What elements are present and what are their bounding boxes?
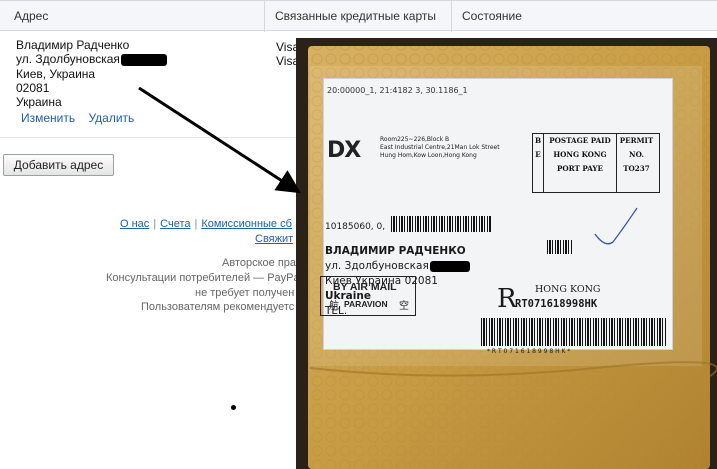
- postage-text: PORT PAYE: [556, 164, 604, 173]
- postage-left-column: B E: [533, 134, 543, 192]
- country-hong-kong: HONG KONG: [535, 284, 601, 295]
- signature-check-mark: [594, 207, 638, 245]
- legal-text-line: Авторское пра: [222, 257, 297, 269]
- permit-text: TO237: [623, 164, 650, 173]
- paravion-text: PARAVION: [344, 299, 388, 309]
- small-barcode: [391, 216, 491, 232]
- envelope-photo: 20:00000_1, 21:4182 3, 30.1186_1 DX Room…: [296, 38, 717, 469]
- tracking-barcode: [481, 318, 667, 346]
- footer-separator: |: [153, 218, 157, 230]
- dx-logo: DX: [327, 138, 361, 163]
- address-country: Украина: [16, 95, 62, 110]
- column-header-cards: Связанные кредитные карты: [265, 1, 452, 32]
- address-cell: Владимир Радченко ул. Здолбуновская Киев…: [16, 38, 266, 126]
- address-zip: 02081: [16, 80, 50, 95]
- legal-text-line: не требует получен: [195, 287, 295, 299]
- postage-paid-box: B E POSTAGE PAID HONG KONG PORT PAYE PER…: [532, 133, 660, 193]
- footer-link-fees[interactable]: Комиссионные сб: [201, 218, 292, 230]
- postage-letter: E: [535, 150, 541, 159]
- footer-separator: |: [194, 218, 198, 230]
- postage-text: HONG KONG: [553, 150, 607, 159]
- label-ref-number: 10185060, 0,: [325, 222, 386, 232]
- tracking-number: RT071618998HK: [515, 298, 598, 310]
- address-city: Киев, Украина: [16, 66, 96, 81]
- edit-address-link[interactable]: Изменить: [21, 111, 75, 125]
- sender-address: Room225~226,Block B East Industrial Cent…: [380, 136, 500, 160]
- airmail-cjk-left: 航: [329, 301, 339, 312]
- registered-r: R: [497, 284, 517, 314]
- column-header-address: Адрес: [0, 1, 265, 32]
- sender-line: Room225~226,Block B: [380, 136, 450, 143]
- sender-line: East Industrial Centre,21Man Lok Street: [380, 144, 500, 151]
- recipient-street: ул. Здолбуновская: [325, 260, 429, 272]
- address-name: Владимир Радченко: [16, 38, 130, 52]
- permit-text: NO.: [629, 150, 644, 159]
- airmail-stamp: BY AIR MAIL 航 PARAVION 空: [320, 276, 416, 316]
- footer-link-contact[interactable]: Свяжит: [255, 233, 293, 245]
- redaction-mark: [429, 260, 470, 272]
- legal-text-line: Пользователям рекомендуетс: [141, 301, 295, 313]
- add-address-button[interactable]: Добавить адрес: [3, 154, 114, 176]
- airmail-text: BY AIR MAIL: [333, 281, 397, 293]
- delete-address-link[interactable]: Удалить: [88, 111, 134, 125]
- label-tracking-top: 20:00000_1, 21:4182 3, 30.1186_1: [327, 86, 468, 95]
- postage-center-column: POSTAGE PAID HONG KONG PORT PAYE: [543, 134, 617, 192]
- black-dot: [231, 405, 236, 410]
- permit-column: PERMIT NO. TO237: [615, 134, 658, 192]
- footer-links: О нас | Счета | Комиссионные сб: [120, 218, 292, 230]
- permit-text: PERMIT: [619, 136, 654, 145]
- postage-text: POSTAGE PAID: [549, 136, 611, 145]
- footer-link-accounts[interactable]: Счета: [160, 218, 190, 230]
- recipient-street-line: ул. Здолбуновская: [325, 259, 470, 274]
- recipient-name: ВЛАДИМИР РАДЧЕНКО: [325, 245, 466, 257]
- tiny-barcode: [547, 240, 573, 254]
- address-street-line: ул. Здолбуновская: [16, 52, 266, 66]
- airmail-cjk-right: 空: [399, 301, 409, 312]
- legal-text-line: Консультации потребителей — PayPa: [106, 272, 300, 284]
- postage-letter: B: [534, 136, 542, 145]
- redaction-mark: [120, 54, 167, 67]
- footer-link-about[interactable]: О нас: [120, 218, 149, 230]
- address-table-header: Адрес Связанные кредитные карты Состояни…: [0, 0, 717, 32]
- barcode-caption: * R T 0 7 1 6 1 8 9 9 8 H K *: [487, 348, 571, 355]
- address-actions: Изменить Удалить: [16, 111, 266, 125]
- column-header-status: Состояние: [462, 9, 522, 23]
- sender-line: Hung Hom,Kow Loon,Hong Kong: [380, 152, 477, 159]
- address-street: ул. Здолбуновская: [16, 52, 120, 67]
